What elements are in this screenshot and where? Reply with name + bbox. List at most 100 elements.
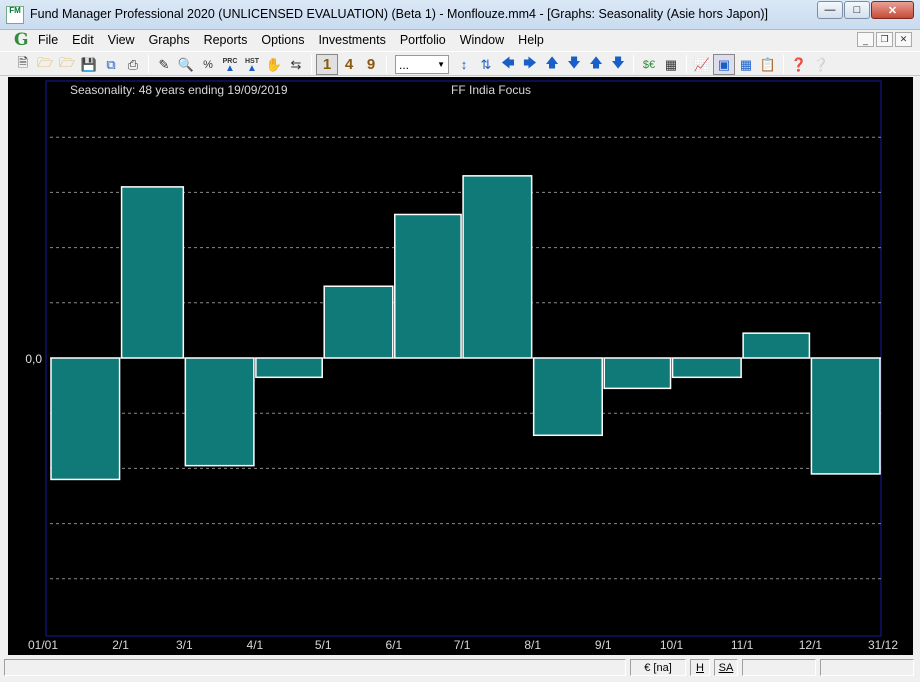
arrow-down-alt-icon[interactable]: 🡇 <box>607 54 629 75</box>
toolbar-separator <box>311 55 312 74</box>
period-4-button[interactable]: 4 <box>338 54 360 75</box>
sa-status[interactable]: SA <box>714 659 738 676</box>
status-panel-empty-2 <box>820 659 914 676</box>
toolbar-separator <box>386 55 387 74</box>
status-message-panel <box>4 659 626 676</box>
new-file-icon[interactable]: 🗎 <box>12 54 34 75</box>
arrow-right-icon[interactable]: 🡆 <box>519 54 541 75</box>
h-status[interactable]: H <box>690 659 710 676</box>
maximize-button[interactable]: □ <box>844 1 870 19</box>
child-restore-button[interactable]: ❐ <box>876 32 893 47</box>
arrow-up-alt-icon[interactable]: 🡅 <box>585 54 607 75</box>
window-icon[interactable]: ▣ <box>713 54 735 75</box>
vertical-shrink-icon[interactable]: ⇅ <box>475 54 497 75</box>
arrow-down-icon[interactable]: 🡇 <box>563 54 585 75</box>
help-icon[interactable]: ❓ <box>788 54 810 75</box>
currency-icon[interactable]: $€ <box>638 54 660 75</box>
seasonality-chart-window: 01/01 2/1 3/1 4/1 5/1 6/1 7/1 8/1 9/1 10/1 11/1 12/… <box>8 77 913 655</box>
menu-item-view[interactable]: View <box>108 33 135 47</box>
menu-item-reports[interactable]: Reports <box>204 33 248 47</box>
window-controls: — □ ✕ <box>816 1 914 19</box>
menu-bar: G File Edit View Graphs Reports Options Invest… <box>0 30 920 50</box>
menu-item-help[interactable]: Help <box>518 33 544 47</box>
save-icon[interactable]: 💾 <box>78 54 100 75</box>
open-folder-alt-icon[interactable]: 🗁 <box>56 54 78 75</box>
x-tick-label: 7/1 <box>454 638 471 652</box>
x-tick-label: 9/1 <box>595 638 612 652</box>
prc-icon[interactable]: PRC ▲ <box>219 54 241 75</box>
chart-header-left: Seasonality: 48 years ending 19/09/2019 <box>70 83 288 97</box>
close-button[interactable]: ✕ <box>871 1 914 19</box>
menu-item-investments[interactable]: Investments <box>318 33 385 47</box>
x-tick-label: 6/1 <box>385 638 402 652</box>
percent-icon[interactable]: % <box>197 54 219 75</box>
hst-icon[interactable]: HST ▲ <box>241 54 263 75</box>
app-icon: FM <box>6 6 24 24</box>
zero-label: 0,0 <box>25 352 42 366</box>
minimize-button[interactable]: — <box>817 1 843 19</box>
search-icon[interactable]: 🔍 <box>175 54 197 75</box>
window-title: Fund Manager Professional 2020 (UNLICENS… <box>30 7 769 21</box>
period-9-button[interactable]: 9 <box>360 54 382 75</box>
bar-8/1 <box>532 357 603 437</box>
menu-item-file[interactable]: File <box>38 33 58 47</box>
x-tick-label: 01/01 <box>28 638 58 652</box>
graph-window-icon[interactable]: G <box>14 31 29 49</box>
child-close-button[interactable]: ✕ <box>895 32 912 47</box>
chevron-down-icon: ▼ <box>437 60 445 69</box>
x-tick-label: 3/1 <box>176 638 193 652</box>
child-minimize-button[interactable]: _ <box>857 32 874 47</box>
bar-01/01 <box>50 357 121 481</box>
bar-7/1 <box>462 175 533 359</box>
toolbar-separator <box>633 55 634 74</box>
grid-icon[interactable]: ▦ <box>735 54 757 75</box>
status-panel-empty <box>742 659 816 676</box>
bar-12/1 <box>810 357 881 475</box>
print-icon[interactable]: ⎙ <box>122 54 144 75</box>
x-tick-label: 11/1 <box>731 638 754 652</box>
currency-status: € [na] <box>630 659 686 676</box>
menu-item-window[interactable]: Window <box>460 33 504 47</box>
x-tick-label: 2/1 <box>112 638 129 652</box>
toolbar: 🗎 🗁 🗁 💾 ⧉ ⎙ ✎ 🔍 % PRC ▲ HST ▲ ✋ ⇆ 1 4 9 ..… <box>0 51 920 76</box>
toolbar-separator <box>148 55 149 74</box>
open-folder-icon[interactable]: 🗁 <box>34 54 56 75</box>
period-select[interactable]: ... ▼ <box>395 55 449 74</box>
vertical-expand-icon[interactable]: ↕ <box>453 54 475 75</box>
x-tick-label: 4/1 <box>247 638 264 652</box>
bar-11/1 <box>742 332 811 359</box>
period-1-button[interactable]: 1 <box>316 54 338 75</box>
x-tick-label: 12/1 <box>799 638 823 652</box>
arrow-up-icon[interactable]: 🡅 <box>541 54 563 75</box>
menu-item-graphs[interactable]: Graphs <box>149 33 190 47</box>
menu-item-portfolio[interactable]: Portfolio <box>400 33 446 47</box>
menu-items: File Edit View Graphs Reports Options Investme… <box>38 33 558 47</box>
x-tick-label: 8/1 <box>524 638 541 652</box>
title-bar: FM Fund Manager Professional 2020 (UNLIC… <box>0 0 920 30</box>
child-window-controls: _ ❐ ✕ <box>855 32 912 47</box>
menu-item-options[interactable]: Options <box>261 33 304 47</box>
bar-3/1 <box>184 357 255 467</box>
x-tick-label: 5/1 <box>315 638 332 652</box>
save-all-icon[interactable]: ⧉ <box>100 54 122 75</box>
chart-title: FF India Focus <box>451 83 531 97</box>
calculator-icon[interactable]: ▦ <box>660 54 682 75</box>
toolbar-separator <box>783 55 784 74</box>
arrow-left-icon[interactable]: 🡄 <box>497 54 519 75</box>
x-tick-label: 10/1 <box>660 638 684 652</box>
bar-4/1 <box>255 357 323 379</box>
bar-10/1 <box>671 357 742 379</box>
status-bar: € [na] H SA <box>0 656 920 682</box>
bar-5/1 <box>323 285 394 359</box>
bar-6/1 <box>394 213 462 359</box>
line-chart-icon[interactable]: 📈 <box>691 54 713 75</box>
edit-icon[interactable]: ✎ <box>153 54 175 75</box>
hand-icon[interactable]: ✋ <box>263 54 285 75</box>
bar-9/1 <box>603 357 672 390</box>
adjust-icon[interactable]: ⇆ <box>285 54 307 75</box>
x-tick-label: 31/12 <box>868 638 898 652</box>
context-help-icon[interactable]: ❔ <box>810 54 832 75</box>
menu-item-edit[interactable]: Edit <box>72 33 94 47</box>
copy-icon[interactable]: 📋 <box>757 54 779 75</box>
seasonality-chart: 01/01 2/1 3/1 4/1 5/1 6/1 7/1 8/1 9/1 10/1 11/1 12/… <box>25 80 898 652</box>
